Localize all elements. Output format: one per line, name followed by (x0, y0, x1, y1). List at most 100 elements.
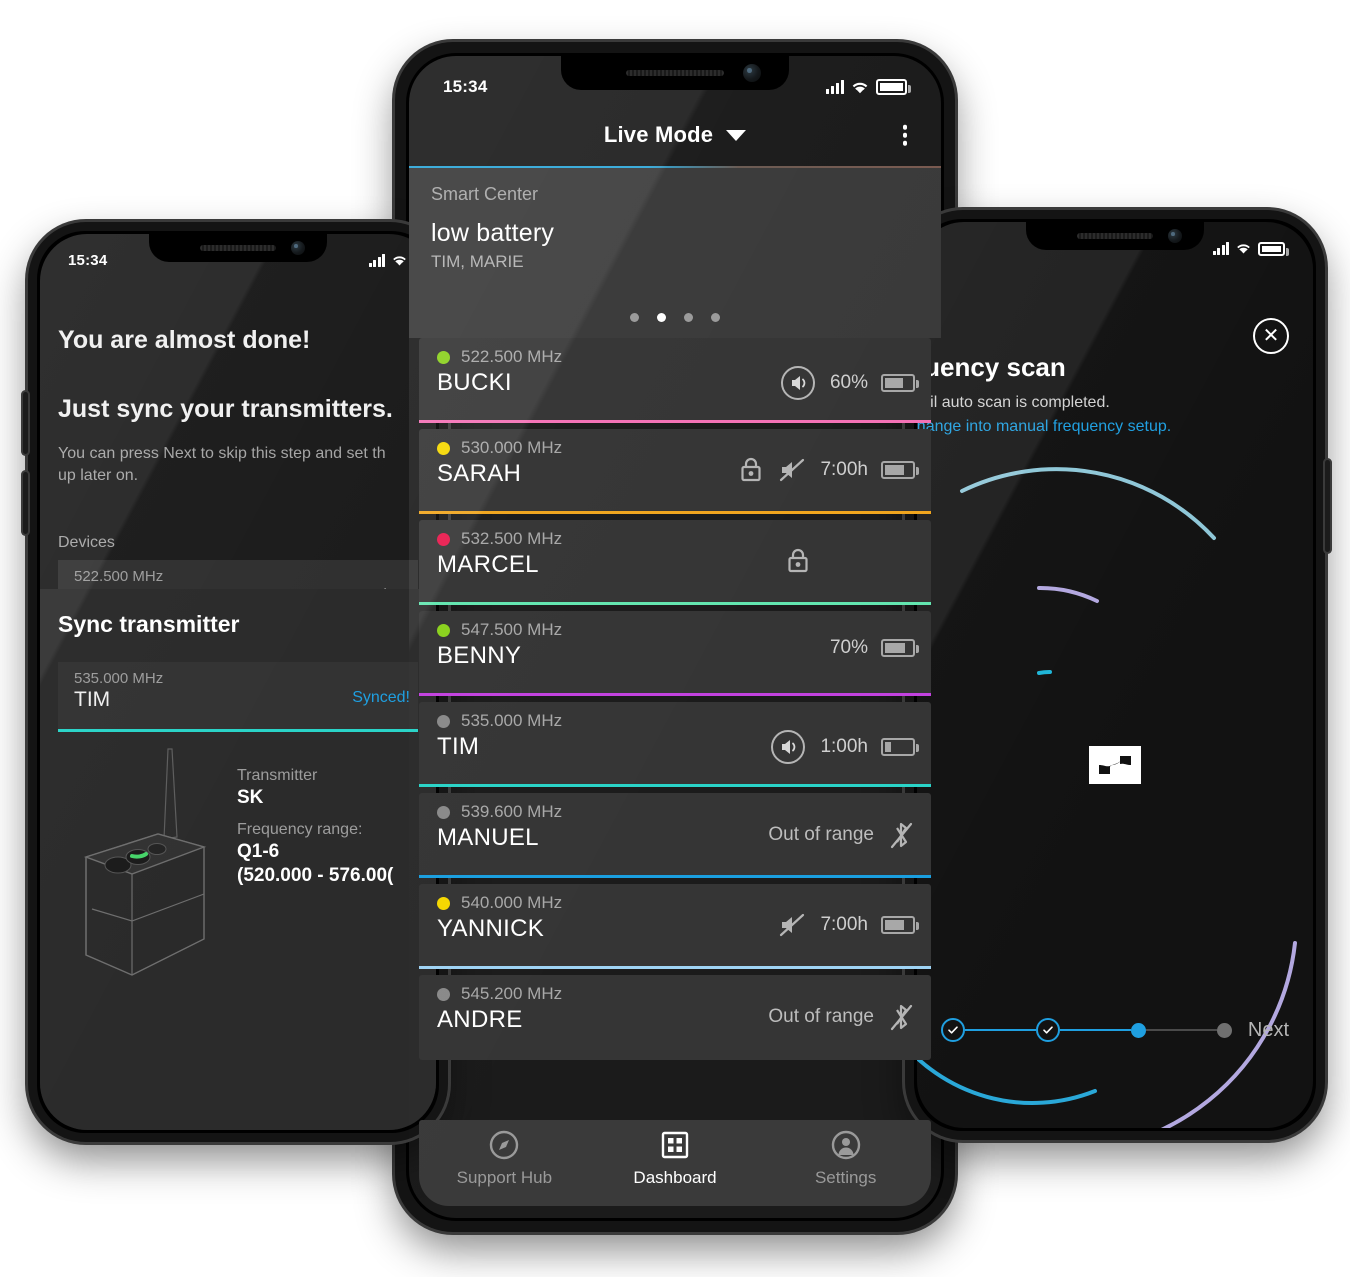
sennheiser-logo (1089, 746, 1141, 784)
onboarding-heading-line1: You are almost done! (58, 326, 311, 354)
onboarding-stepper (941, 1018, 1232, 1042)
volume-down-button[interactable] (23, 472, 28, 534)
device-frequency: 547.500 MHz (461, 620, 563, 639)
device-frequency: 539.600 MHz (461, 802, 563, 821)
front-camera (743, 64, 761, 82)
device-frequency: 535.000 MHz (74, 670, 164, 687)
compass-icon (490, 1130, 519, 1159)
step-3-current[interactable] (1130, 1022, 1146, 1038)
sync-transmitter-sheet: Sync transmitter 535.000 MHz TIM Synced! (40, 589, 436, 1130)
status-led-icon (437, 441, 450, 455)
tab-label: Dashboard (633, 1167, 717, 1187)
tab-support-hub[interactable]: Support Hub (419, 1120, 590, 1206)
onboarding-description-line2: up later on. (58, 467, 139, 485)
tab-dashboard[interactable]: Dashboard (590, 1120, 761, 1206)
chevron-down-icon[interactable] (726, 129, 747, 141)
notch (561, 56, 789, 90)
device-frequency: 530.000 MHz (461, 438, 563, 457)
device-battery-time: 7:00h (820, 914, 868, 935)
power-button[interactable] (1325, 460, 1330, 552)
kebab-menu-icon[interactable] (895, 119, 916, 152)
right-phone-screen: ✕ frequency scan wait until auto scan is… (917, 222, 1313, 1128)
account-icon (831, 1130, 860, 1159)
status-led-icon (437, 896, 450, 910)
frequency-range-label: Frequency range: (237, 821, 363, 838)
close-icon[interactable]: ✕ (1253, 318, 1289, 354)
smart-center-card[interactable]: Smart Center low battery TIM, MARIE (409, 168, 941, 338)
battery-icon (881, 738, 919, 756)
tab-label: Support Hub (456, 1167, 553, 1187)
device-row-marcel[interactable]: 532.500 MHz MARCEL (419, 520, 931, 605)
step-2-done[interactable] (1035, 1018, 1060, 1042)
step-4-todo[interactable] (1216, 1022, 1232, 1038)
status-led-icon (437, 350, 450, 364)
page-dot-4[interactable] (711, 313, 720, 322)
cellular-bars-icon (368, 254, 385, 267)
device-accent-bar (58, 729, 418, 732)
wifi-icon (852, 82, 868, 93)
sheet-device-row-tim[interactable]: 535.000 MHz TIM Synced! (58, 662, 418, 732)
center-phone-device: 15:34 Live Mode Smart Center low battery… (389, 42, 961, 1232)
transmitter-label: Transmitter (237, 767, 318, 784)
app-bar-divider (409, 166, 941, 168)
speaker-mute-icon[interactable] (777, 910, 807, 940)
cellular-bars-icon (1212, 242, 1229, 255)
status-time: 15:34 (68, 252, 108, 269)
bluetooth-off-icon (890, 1004, 913, 1031)
scan-footer: Next (917, 1000, 1313, 1060)
app-bar-title[interactable]: Live Mode (604, 122, 713, 148)
lock-icon[interactable] (785, 546, 811, 576)
device-row-sarah[interactable]: 530.000 MHz SARAH 7:00h (419, 429, 931, 514)
step-1-done[interactable] (941, 1018, 965, 1042)
status-led-icon (437, 714, 450, 728)
tab-settings[interactable]: Settings (760, 1120, 931, 1206)
device-row-manuel[interactable]: 539.600 MHz MANUEL Out of range (419, 793, 931, 878)
sheet-title: Sync transmitter (58, 611, 240, 637)
device-accent-bar (419, 420, 931, 423)
battery-icon (881, 916, 919, 934)
front-camera (291, 241, 305, 255)
onboarding-description-line1: You can press Next to skip this step and… (58, 444, 386, 462)
wifi-icon (393, 256, 406, 266)
device-battery-percent: 70% (829, 637, 868, 658)
page-dot-1[interactable] (630, 313, 639, 322)
bottom-tab-bar[interactable]: Support Hub Dashboard Settings (419, 1120, 931, 1206)
device-row-tim[interactable]: 535.000 MHz TIM 1:00h (419, 702, 931, 787)
check-icon (1043, 1026, 1053, 1034)
device-frequency: 535.000 MHz (461, 711, 563, 730)
page-dot-3[interactable] (684, 313, 693, 322)
speaker-mute-icon[interactable] (777, 455, 807, 485)
speaker-circle-icon[interactable] (769, 728, 807, 766)
device-frequency: 545.200 MHz (461, 984, 563, 1003)
device-row-andre[interactable]: 545.200 MHz ANDRE Out of range (419, 975, 931, 1060)
right-phone-content: ✕ frequency scan wait until auto scan is… (917, 276, 1313, 1128)
device-row-benny[interactable]: 547.500 MHz BENNY 70% (419, 611, 931, 696)
device-name: MARCEL (437, 551, 539, 578)
page-indicator-dots[interactable] (409, 313, 941, 322)
right-phone-device: ✕ frequency scan wait until auto scan is… (905, 210, 1330, 1140)
lock-icon[interactable] (738, 455, 764, 485)
device-row-yannick[interactable]: 540.000 MHz YANNICK 7:00h (419, 884, 931, 969)
battery-icon (881, 639, 919, 657)
bodypack-transmitter-illustration (83, 748, 207, 976)
volume-up-button[interactable] (23, 392, 28, 454)
smart-center-title: low battery (431, 219, 555, 247)
device-battery-time: 1:00h (820, 736, 868, 757)
next-button[interactable]: Next (1248, 1019, 1289, 1042)
speaker-circle-icon[interactable] (779, 364, 817, 402)
front-camera (1168, 229, 1182, 243)
device-status-text: Out of range (768, 1006, 874, 1027)
page-dot-2-active[interactable] (657, 313, 666, 322)
device-battery-time: 7:00h (820, 459, 868, 480)
notch (149, 234, 327, 262)
earpiece-speaker (1077, 233, 1153, 239)
device-accent-bar (419, 875, 931, 878)
device-battery-percent: 60% (829, 372, 868, 393)
wifi-icon (1237, 244, 1250, 254)
device-accent-bar (419, 602, 931, 605)
device-list[interactable]: 522.500 MHz BUCKI 60% 530.000 MHz SARAH … (409, 338, 941, 1120)
grid-icon (661, 1131, 689, 1158)
step-connector (1145, 1029, 1217, 1031)
status-led-icon (437, 623, 450, 637)
device-row-bucki[interactable]: 522.500 MHz BUCKI 60% (419, 338, 931, 423)
